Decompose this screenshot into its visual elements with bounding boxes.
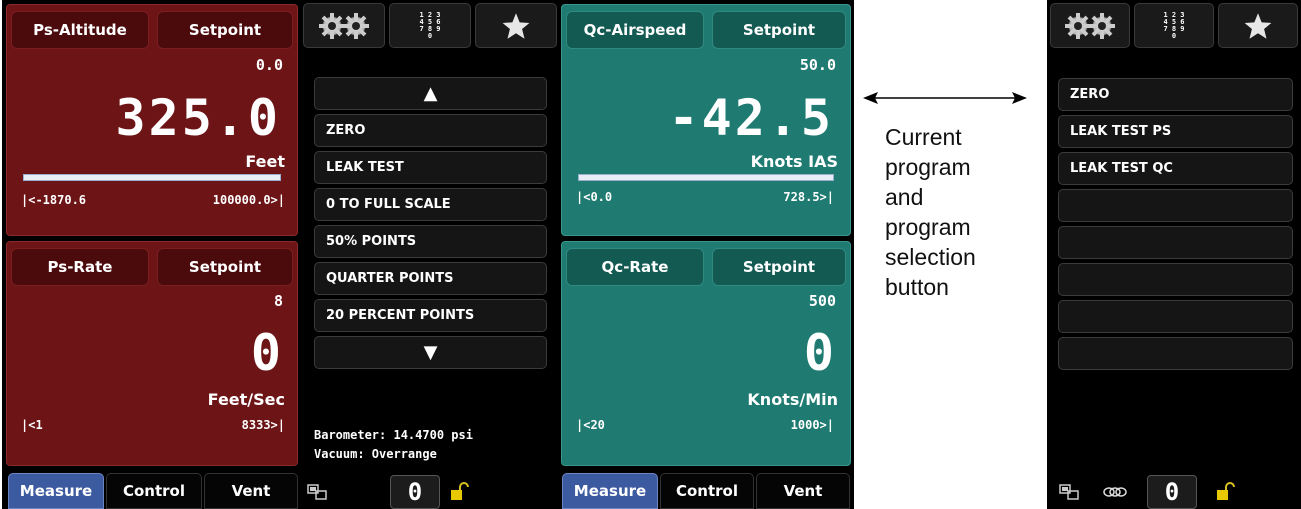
zero-indicator[interactable]: 0 — [1147, 475, 1197, 509]
star-icon — [502, 12, 530, 39]
range-low: |<-1870.6 — [21, 193, 87, 207]
program-item[interactable]: 0 TO FULL SCALE — [314, 188, 547, 221]
setpoint-value: 50.0 — [799, 56, 836, 74]
range-low: |<0.0 — [576, 190, 613, 204]
gears-icon — [1065, 12, 1115, 39]
scroll-up-button[interactable]: ▲ — [314, 77, 547, 110]
range-bar — [23, 174, 281, 181]
favorites-screen: 1 2 34 5 6 7 8 90 ZERO LEAK TEST PS LEAK… — [1047, 0, 1301, 509]
tab-vent[interactable]: Vent — [204, 473, 298, 509]
favorite-program-item[interactable] — [1058, 300, 1293, 333]
setpoint-button[interactable]: Setpoint — [157, 11, 293, 49]
star-icon — [1244, 12, 1272, 39]
setpoint-button[interactable]: Setpoint — [712, 248, 846, 286]
channel-button[interactable]: Ps-Altitude — [11, 11, 149, 49]
setpoint-value: 8 — [273, 292, 283, 310]
barometer-status: Barometer: 14.4700 psi — [314, 428, 473, 442]
tab-control[interactable]: Control — [660, 473, 754, 509]
ps-rate-panel[interactable]: Ps-Rate Setpoint 8 0 Feet/Sec |<1 8333>| — [6, 241, 298, 466]
range-high: 8333>| — [241, 418, 285, 432]
reading-value: 325.0 — [115, 89, 281, 147]
favorite-program-item[interactable] — [1058, 337, 1293, 370]
unit-label: Knots IAS — [750, 152, 838, 171]
unit-label: Feet — [245, 152, 285, 171]
reading-value: 0 — [250, 324, 281, 382]
program-item[interactable]: LEAK TEST — [314, 151, 547, 184]
unit-label: Knots/Min — [747, 390, 838, 409]
tab-vent[interactable]: Vent — [756, 473, 850, 509]
channel-button[interactable]: Ps-Rate — [11, 248, 149, 286]
vacuum-status: Vacuum: Overrange — [314, 447, 437, 461]
setpoint-value: 500 — [808, 292, 836, 310]
main-screen: Ps-Altitude Setpoint 0.0 325.0 Feet |<-1… — [2, 0, 854, 509]
channel-button[interactable]: Qc-Rate — [566, 248, 704, 286]
qc-rate-panel[interactable]: Qc-Rate Setpoint 500 0 Knots/Min |<20 10… — [561, 241, 851, 466]
range-bar — [578, 174, 834, 181]
reading-value: 0 — [803, 324, 834, 382]
setpoint-button[interactable]: Setpoint — [157, 248, 293, 286]
unlock-icon[interactable] — [449, 482, 469, 502]
scroll-down-button[interactable]: ▼ — [314, 336, 547, 369]
program-item[interactable]: 50% POINTS — [314, 225, 547, 258]
range-low: |<20 — [576, 418, 605, 432]
ps-altitude-panel[interactable]: Ps-Altitude Setpoint 0.0 325.0 Feet |<-1… — [6, 4, 298, 236]
keypad-icon: 1 2 34 5 6 7 8 90 — [419, 10, 441, 40]
favorite-program-item[interactable] — [1058, 263, 1293, 296]
range-high: 100000.0>| — [212, 193, 285, 207]
annotation-text: Current program and program selection bu… — [885, 124, 976, 300]
range-high: 728.5>| — [783, 190, 834, 204]
keypad-button[interactable]: 1 2 34 5 6 7 8 90 — [389, 3, 471, 48]
unlock-icon[interactable] — [1215, 482, 1235, 502]
program-item[interactable]: QUARTER POINTS — [314, 262, 547, 295]
unit-label: Feet/Sec — [207, 390, 285, 409]
settings-button[interactable] — [1050, 3, 1130, 48]
network-icon[interactable] — [307, 484, 327, 500]
favorite-program-item[interactable] — [1058, 189, 1293, 222]
keypad-icon: 1 2 34 5 6 7 8 90 — [1163, 10, 1185, 40]
favorites-button[interactable] — [475, 3, 557, 48]
program-item[interactable]: 20 PERCENT POINTS — [314, 299, 547, 332]
setpoint-button[interactable]: Setpoint — [712, 11, 846, 49]
favorite-program-item[interactable]: LEAK TEST PS — [1058, 115, 1293, 148]
channel-button[interactable]: Qc-Airspeed — [566, 11, 704, 49]
setpoint-value: 0.0 — [255, 56, 283, 74]
keypad-button[interactable]: 1 2 34 5 6 7 8 90 — [1134, 3, 1214, 48]
favorite-program-item[interactable]: ZERO — [1058, 78, 1293, 111]
qc-airspeed-panel[interactable]: Qc-Airspeed Setpoint 50.0 -42.5 Knots IA… — [561, 4, 851, 236]
network-icon[interactable] — [1059, 484, 1079, 500]
range-high: 1000>| — [790, 418, 834, 432]
favorite-program-item[interactable] — [1058, 226, 1293, 259]
tab-measure[interactable]: Measure — [8, 473, 104, 509]
tab-measure[interactable]: Measure — [562, 473, 658, 509]
settings-button[interactable] — [303, 3, 385, 48]
program-item[interactable]: ZERO — [314, 114, 547, 147]
range-low: |<1 — [21, 418, 43, 432]
chain-link-icon[interactable] — [1103, 486, 1127, 498]
zero-indicator[interactable]: 0 — [390, 475, 440, 509]
favorite-program-item[interactable]: LEAK TEST QC — [1058, 152, 1293, 185]
favorites-button[interactable] — [1218, 3, 1298, 48]
gears-icon — [319, 12, 369, 39]
double-arrow — [863, 92, 1027, 104]
tab-control[interactable]: Control — [106, 473, 202, 509]
reading-value: -42.5 — [668, 89, 834, 147]
